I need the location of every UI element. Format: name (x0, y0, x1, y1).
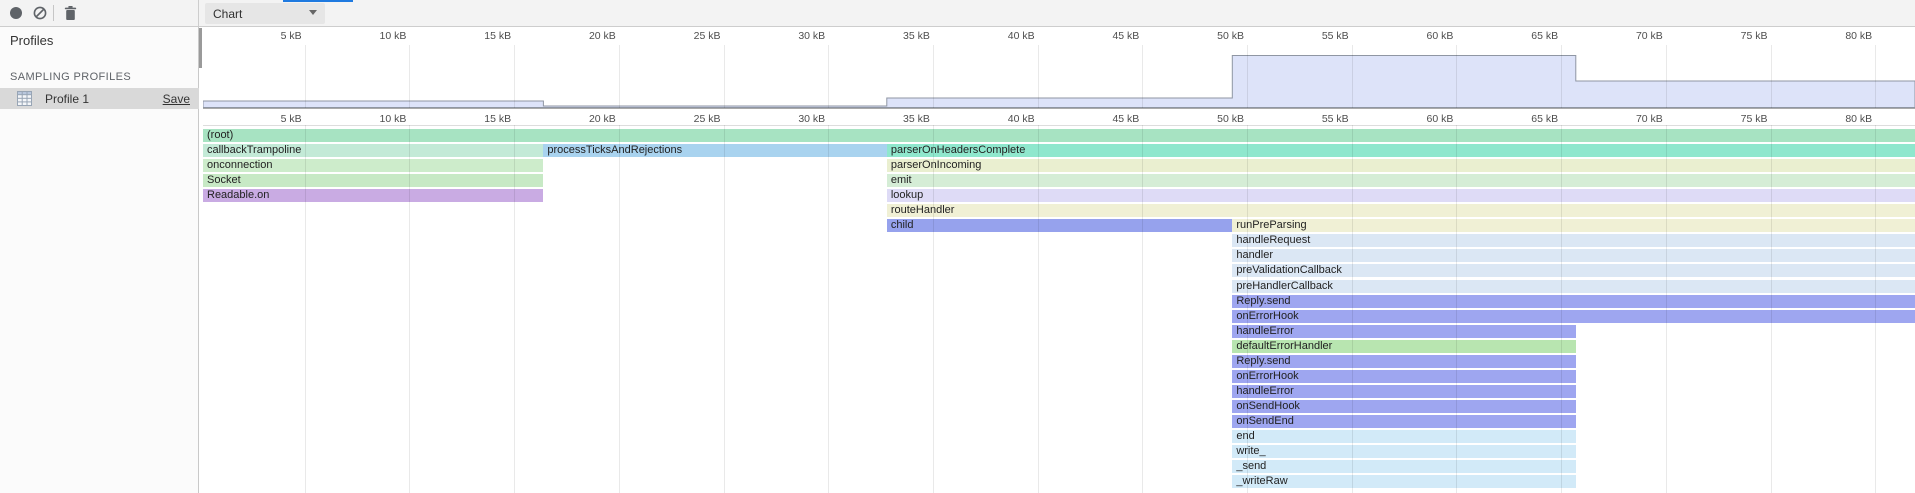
flame-bar[interactable]: preHandlerCallback (1232, 280, 1915, 293)
sidebar-item-profile-1[interactable]: Profile 1 Save (0, 88, 199, 109)
axis-tick-label: 35 kB (903, 30, 930, 42)
axis-tick-label: 5 kB (281, 113, 302, 125)
trash-icon (64, 6, 77, 21)
axis-tick-label: 5 kB (281, 30, 302, 42)
flame-bar[interactable]: onconnection (203, 159, 543, 172)
axis-tick-label: 20 kB (589, 30, 616, 42)
flame-bar[interactable]: write_ (1232, 445, 1575, 458)
overview-area-chart[interactable] (203, 45, 1915, 108)
axis-tick-label: 80 kB (1845, 113, 1872, 125)
axis-tick-label: 20 kB (589, 113, 616, 125)
axis-tick-label: 40 kB (1008, 113, 1035, 125)
overview-ruler: 5 kB 10 kB 15 kB 20 kB 25 kB 30 kB 35 kB 40 kB 4… (203, 27, 1915, 45)
block-icon (33, 6, 47, 20)
axis-tick-label: 60 kB (1427, 113, 1454, 125)
flame-bar[interactable]: callbackTrampoline (203, 144, 543, 157)
flame-chart[interactable]: (root) callbackTrampolineprocessTicksAndR… (203, 125, 1915, 493)
flamechart-ruler: 5 kB 10 kB 15 kB 20 kB 25 kB 30 kB 35 kB 40 kB 4… (203, 108, 1915, 126)
axis-tick-label: 75 kB (1741, 30, 1768, 42)
axis-tick-label: 10 kB (380, 113, 407, 125)
chart-pane: 5 kB 10 kB 15 kB 20 kB 25 kB 30 kB 35 kB 40 kB 4… (203, 27, 1915, 493)
flame-bar[interactable]: processTicksAndRejections (543, 144, 886, 157)
record-button[interactable] (4, 3, 28, 23)
flame-bar[interactable]: child (887, 219, 1233, 232)
record-icon (10, 7, 22, 19)
toolbar-left-section (0, 0, 199, 26)
flame-bar[interactable]: Reply.send (1232, 295, 1915, 308)
flame-bar[interactable]: handler (1232, 249, 1915, 262)
flame-bar[interactable]: onSendHook (1232, 400, 1575, 413)
flame-bar[interactable]: _send (1232, 460, 1575, 473)
flame-bar[interactable]: lookup (887, 189, 1915, 202)
flame-bar[interactable]: preValidationCallback (1232, 264, 1915, 277)
sampling-profiles-section-label: SAMPLING PROFILES (10, 71, 131, 83)
axis-tick-label: 50 kB (1217, 113, 1244, 125)
axis-tick-label: 50 kB (1217, 30, 1244, 42)
flame-bar[interactable]: onErrorHook (1232, 310, 1915, 323)
flame-bar[interactable]: parserOnHeadersComplete (887, 144, 1915, 157)
profile-name: Profile 1 (45, 92, 89, 106)
scrollbar-thumb[interactable] (199, 28, 202, 68)
flame-bar[interactable]: Reply.send (1232, 355, 1575, 368)
flame-bar[interactable]: handleRequest (1232, 234, 1915, 247)
axis-tick-label: 55 kB (1322, 30, 1349, 42)
axis-tick-label: 65 kB (1531, 113, 1558, 125)
flame-bar[interactable]: (root) (203, 129, 1915, 142)
toolbar: Chart (0, 0, 1915, 27)
profile-icon (17, 91, 32, 106)
flame-bar[interactable]: runPreParsing (1232, 219, 1915, 232)
axis-tick-label: 45 kB (1112, 30, 1139, 42)
sidebar-title: Profiles (10, 33, 53, 48)
flame-bar[interactable]: onErrorHook (1232, 370, 1575, 383)
axis-tick-label: 15 kB (484, 30, 511, 42)
axis-tick-label: 55 kB (1322, 113, 1349, 125)
memory-profiler-panel: Chart Profiles SAMPLING PROFILES Profile… (0, 0, 1915, 493)
flame-bar[interactable]: handleError (1232, 385, 1575, 398)
axis-tick-label: 10 kB (380, 30, 407, 42)
axis-tick-label: 45 kB (1112, 113, 1139, 125)
chevron-down-icon (309, 10, 317, 15)
axis-tick-label: 35 kB (903, 113, 930, 125)
axis-tick-label: 30 kB (798, 113, 825, 125)
flame-bar[interactable]: parserOnIncoming (887, 159, 1915, 172)
axis-tick-label: 70 kB (1636, 30, 1663, 42)
axis-tick-label: 65 kB (1531, 30, 1558, 42)
flame-bar[interactable]: end (1232, 430, 1575, 443)
flame-bar[interactable]: emit (887, 174, 1915, 187)
save-link[interactable]: Save (163, 92, 190, 106)
flame-bar[interactable]: routeHandler (887, 204, 1915, 217)
axis-tick-label: 70 kB (1636, 113, 1663, 125)
axis-tick-label: 15 kB (484, 113, 511, 125)
axis-tick-label: 60 kB (1427, 30, 1454, 42)
flame-bar[interactable]: onSendEnd (1232, 415, 1575, 428)
flame-bar[interactable]: defaultErrorHandler (1232, 340, 1575, 353)
axis-tick-label: 25 kB (694, 30, 721, 42)
clear-button[interactable] (28, 3, 52, 23)
flame-bar[interactable]: Socket (203, 174, 543, 187)
profiles-sidebar: Profiles SAMPLING PROFILES Profile 1 Sav… (0, 27, 199, 493)
axis-tick-label: 25 kB (694, 113, 721, 125)
flame-bar[interactable]: handleError (1232, 325, 1575, 338)
profile-view-select[interactable]: Chart (205, 3, 325, 24)
toolbar-separator (53, 5, 54, 21)
delete-profile-button[interactable] (58, 3, 82, 23)
axis-tick-label: 80 kB (1845, 30, 1872, 42)
axis-tick-label: 30 kB (798, 30, 825, 42)
flame-bar[interactable]: _writeRaw (1232, 475, 1575, 488)
flame-bar[interactable]: Readable.on (203, 189, 543, 202)
accent-indicator (283, 0, 353, 2)
profile-view-select-value: Chart (213, 7, 242, 21)
axis-tick-label: 75 kB (1741, 113, 1768, 125)
axis-tick-label: 40 kB (1008, 30, 1035, 42)
